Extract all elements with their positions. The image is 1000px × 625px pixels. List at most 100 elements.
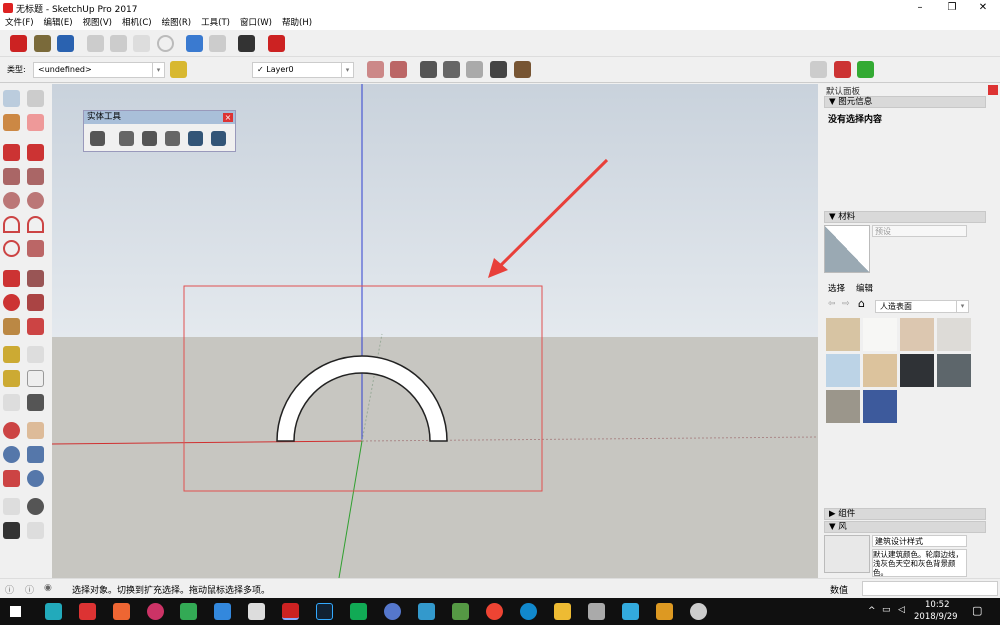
orbit-icon[interactable]: [3, 422, 20, 439]
ext-warehouse-icon[interactable]: [834, 61, 851, 78]
taskbar-app-icon[interactable]: [350, 603, 367, 620]
open-icon[interactable]: [34, 35, 51, 52]
eraser-icon[interactable]: [27, 114, 44, 131]
ext-manager-icon[interactable]: [857, 61, 874, 78]
outer-shell-icon[interactable]: [90, 131, 105, 146]
warehouse-icon[interactable]: [420, 61, 437, 78]
menu-help[interactable]: 帮助(H): [282, 16, 312, 30]
pie-icon[interactable]: [27, 240, 44, 257]
erase-icon[interactable]: [157, 35, 174, 52]
split-icon[interactable]: [211, 131, 226, 146]
redo-icon[interactable]: [209, 35, 226, 52]
material-swatch[interactable]: [826, 390, 860, 423]
back-icon[interactable]: ⇦: [828, 299, 836, 309]
tab-select[interactable]: 选择: [828, 282, 845, 294]
file-explorer-icon[interactable]: [554, 603, 571, 620]
clock-date[interactable]: 2018/9/29: [914, 612, 958, 622]
notification-icon[interactable]: ▢: [972, 604, 982, 617]
credits-icon[interactable]: ⓘ: [25, 583, 34, 596]
component-icon[interactable]: [27, 90, 44, 107]
arc-icon[interactable]: [3, 216, 20, 233]
clock-time[interactable]: 10:52: [925, 600, 950, 610]
zoom-window-icon[interactable]: [27, 446, 44, 463]
network-icon[interactable]: ▭: [882, 605, 891, 615]
save-icon[interactable]: [57, 35, 74, 52]
taskbar-app-icon[interactable]: [452, 603, 469, 620]
subtract-icon[interactable]: [165, 131, 180, 146]
tray-close-icon[interactable]: [988, 85, 998, 95]
menu-window[interactable]: 窗口(W): [240, 16, 272, 30]
taskbar-app-icon[interactable]: [656, 603, 673, 620]
styles-header[interactable]: ▼ 风: [824, 521, 986, 533]
taskbar-app-icon[interactable]: [520, 603, 537, 620]
sandbox-icon[interactable]: [514, 61, 531, 78]
menu-draw[interactable]: 绘图(R): [162, 16, 192, 30]
move-icon[interactable]: [3, 270, 20, 287]
text-icon[interactable]: [27, 370, 44, 387]
style-description[interactable]: 默认建筑颜色。轮廓边线，浅灰色天空和灰色背景颜色。: [872, 549, 967, 577]
minimize-button[interactable]: –: [905, 0, 935, 16]
photoshop-icon[interactable]: [316, 603, 333, 620]
tab-edit[interactable]: 编辑: [856, 282, 873, 294]
solid-tools-title[interactable]: 实体工具: [84, 111, 235, 124]
taskbar-app-icon[interactable]: [214, 603, 231, 620]
taskbar-app-icon[interactable]: [588, 603, 605, 620]
close-icon[interactable]: ×: [223, 113, 233, 122]
position-camera-icon[interactable]: [3, 498, 20, 515]
material-swatch[interactable]: [863, 318, 897, 351]
tray-chevron-icon[interactable]: ^: [868, 606, 876, 616]
type-select[interactable]: <undefined> ▾: [33, 62, 165, 78]
undo-icon[interactable]: [186, 35, 203, 52]
share-model-icon[interactable]: [443, 61, 460, 78]
section-plane-tool-icon[interactable]: [27, 522, 44, 539]
model-info-icon[interactable]: [268, 35, 285, 52]
geo-location-icon[interactable]: ⓘ: [5, 583, 14, 596]
menu-camera[interactable]: 相机(C): [122, 16, 152, 30]
select-icon[interactable]: [3, 90, 20, 107]
zoom-extents-icon[interactable]: [3, 470, 20, 487]
taskbar-app-icon[interactable]: [147, 603, 164, 620]
home-icon[interactable]: ⌂: [858, 297, 865, 310]
walk-icon[interactable]: [3, 522, 20, 539]
taskbar-app-icon[interactable]: [113, 603, 130, 620]
taskbar-app-icon[interactable]: [79, 603, 96, 620]
forward-icon[interactable]: ⇨: [842, 299, 850, 309]
material-swatch[interactable]: [937, 318, 971, 351]
union-icon[interactable]: [142, 131, 157, 146]
taskbar-app-icon[interactable]: [622, 603, 639, 620]
3d-viewport[interactable]: 实体工具 ×: [52, 84, 818, 578]
components-header[interactable]: ▶ 组件: [824, 508, 986, 520]
scale-icon[interactable]: [3, 318, 20, 335]
two-point-arc-icon[interactable]: [27, 216, 44, 233]
taskbar-app-icon[interactable]: [384, 603, 401, 620]
push-pull-icon[interactable]: [27, 270, 44, 287]
menu-tools[interactable]: 工具(T): [201, 16, 230, 30]
print-icon[interactable]: [238, 35, 255, 52]
photo-texture-icon[interactable]: [490, 61, 507, 78]
user-icon[interactable]: ◉: [44, 583, 52, 593]
measurements-input[interactable]: [862, 581, 998, 596]
paste-icon[interactable]: [133, 35, 150, 52]
volume-icon[interactable]: ◁: [898, 605, 905, 615]
rotated-rectangle-icon[interactable]: [27, 168, 44, 185]
taskbar-app-icon[interactable]: [690, 603, 707, 620]
copy-icon[interactable]: [110, 35, 127, 52]
tape-measure-icon[interactable]: [3, 346, 20, 363]
calculator-icon[interactable]: [248, 603, 265, 620]
sketchup-taskbar-icon[interactable]: [282, 603, 299, 620]
material-name-input[interactable]: 预设: [872, 225, 967, 237]
3d-text-icon[interactable]: [27, 394, 44, 411]
chrome-icon[interactable]: [486, 603, 503, 620]
rectangle-icon[interactable]: [3, 168, 20, 185]
windows-start-icon[interactable]: [10, 606, 21, 617]
material-swatch[interactable]: [900, 318, 934, 351]
rotate-icon[interactable]: [810, 61, 827, 78]
entity-info-header[interactable]: ▼ 图元信息: [824, 96, 986, 108]
taskbar-app-icon[interactable]: [45, 603, 62, 620]
style-name[interactable]: 建筑设计样式: [872, 535, 967, 547]
materials-header[interactable]: ▼ 材料: [824, 211, 986, 223]
extension-icon[interactable]: [466, 61, 483, 78]
new-icon[interactable]: [10, 35, 27, 52]
material-swatch[interactable]: [826, 354, 860, 387]
offset-icon[interactable]: [27, 318, 44, 335]
